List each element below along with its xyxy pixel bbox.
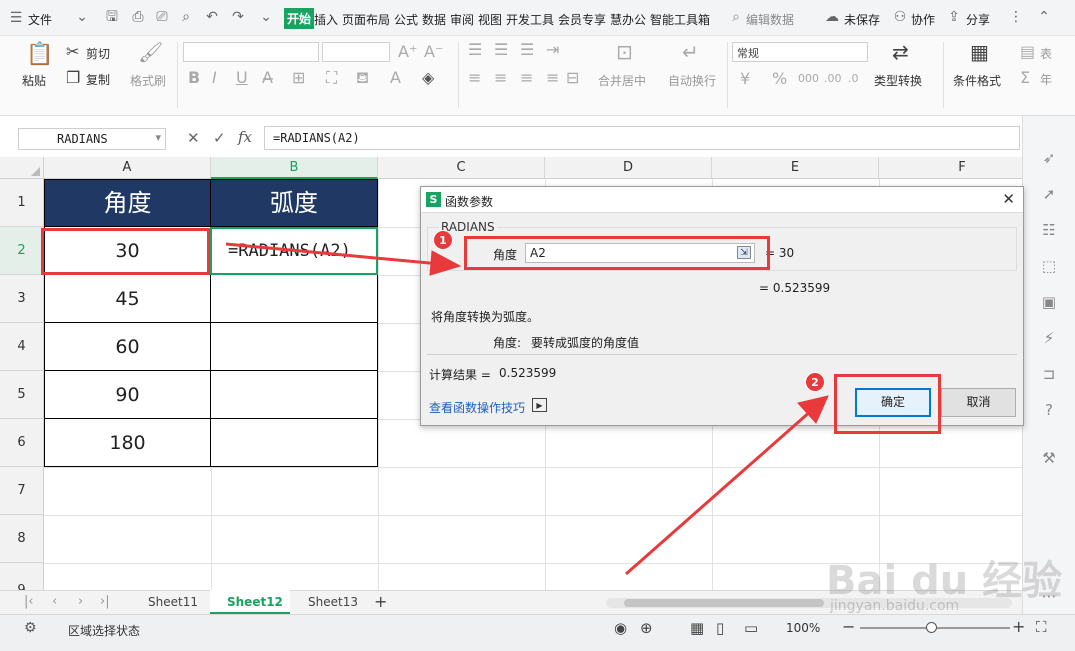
arrow-to-ok-line bbox=[625, 408, 813, 576]
zoom-out-button[interactable]: − bbox=[842, 617, 855, 636]
status-bar: ⚙ 区域选择状态 ◉ ⊕ ▦ ▯ ▭ 100% − + ⛶ bbox=[0, 614, 1075, 651]
next-sheet-icon[interactable]: › bbox=[78, 594, 83, 609]
last-sheet-icon[interactable]: ›| bbox=[100, 594, 110, 609]
sheet-tab-13[interactable]: Sheet13 bbox=[308, 595, 358, 609]
macro-icon[interactable]: ⚙ bbox=[24, 620, 37, 636]
arrow-to-arg-line bbox=[225, 242, 441, 266]
prev-sheet-icon[interactable]: ‹ bbox=[52, 594, 57, 609]
sheet-tab-11[interactable]: Sheet11 bbox=[148, 595, 198, 609]
page-layout-icon[interactable]: ▯ bbox=[716, 619, 724, 637]
watermark-url: jingyan.baidu.com bbox=[830, 598, 960, 614]
arrow-to-arg-head bbox=[429, 250, 462, 276]
fullscreen-icon[interactable]: ⛶ bbox=[1036, 618, 1047, 636]
first-sheet-icon[interactable]: |‹ bbox=[24, 594, 34, 609]
zoom-level[interactable]: 100% bbox=[786, 621, 820, 635]
add-sheet-button[interactable]: + bbox=[374, 592, 387, 611]
scrollbar-thumb[interactable] bbox=[624, 599, 824, 607]
freeze-icon[interactable]: ⊕ bbox=[640, 619, 653, 637]
status-mode: 区域选择状态 bbox=[68, 624, 141, 638]
zoom-in-button[interactable]: + bbox=[1012, 617, 1025, 636]
eye-icon[interactable]: ◉ bbox=[614, 619, 627, 637]
page-break-icon[interactable]: ▭ bbox=[744, 619, 758, 637]
zoom-slider[interactable] bbox=[860, 622, 1010, 633]
zoom-slider-handle[interactable] bbox=[926, 622, 937, 633]
sheet-tab-12[interactable]: Sheet12 bbox=[227, 595, 283, 609]
normal-view-icon[interactable]: ▦ bbox=[690, 619, 704, 637]
